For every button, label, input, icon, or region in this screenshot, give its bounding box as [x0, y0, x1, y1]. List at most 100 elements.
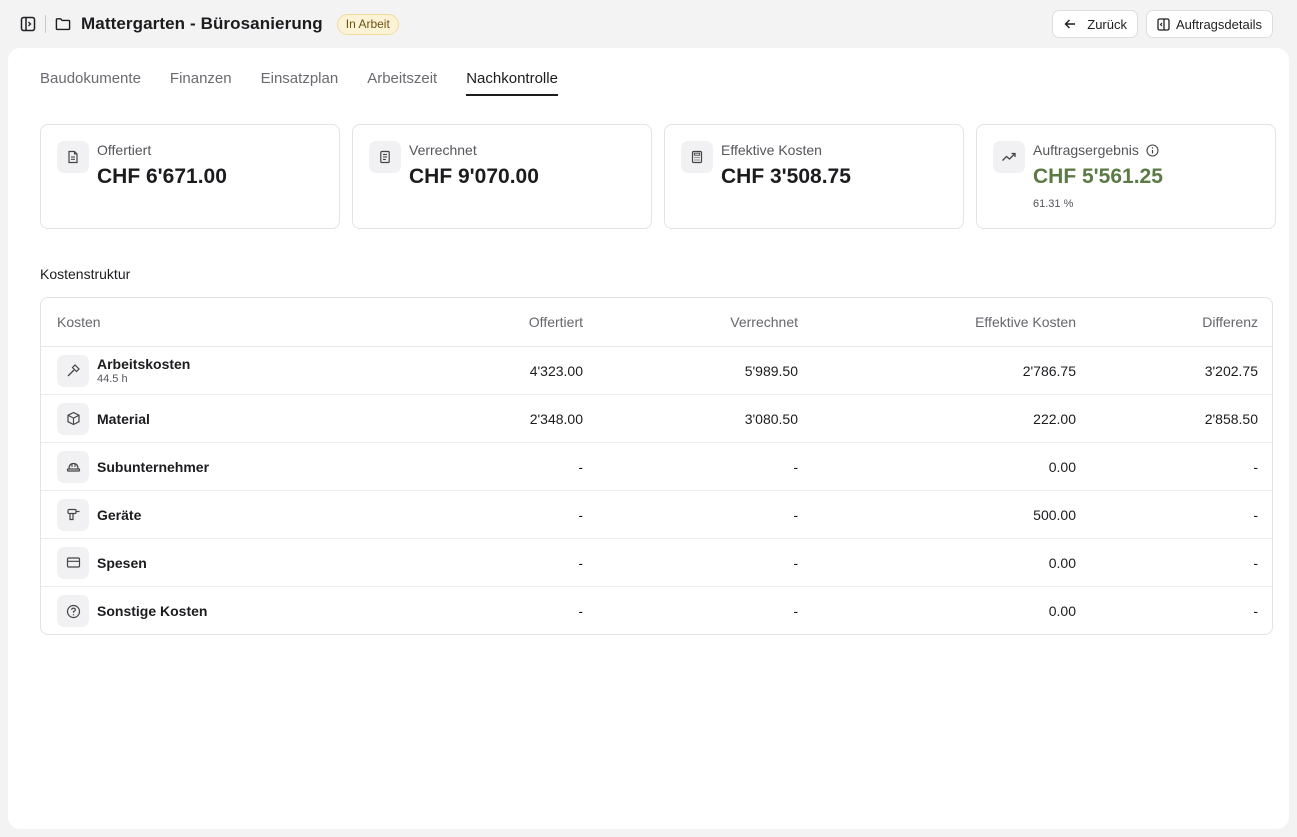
- kpi-card-effektive-kosten: Effektive Kosten CHF 3'508.75: [664, 124, 964, 229]
- hardhat-icon: [57, 450, 89, 483]
- tab-baudokumente[interactable]: Baudokumente: [40, 70, 141, 96]
- table-row: Spesen - - 0.00 -: [41, 539, 1272, 587]
- cost-name-cell: Subunternehmer: [41, 450, 441, 483]
- tab-finanzen[interactable]: Finanzen: [170, 70, 232, 96]
- credit-card-icon: [57, 546, 89, 579]
- top-actions: Zurück Auftragsdetails: [1052, 10, 1273, 38]
- cost-table: Kosten Offertiert Verrechnet Effektive K…: [40, 297, 1273, 635]
- cell-verrechnet: -: [793, 554, 798, 571]
- cell-effektiv: 0.00: [1048, 458, 1076, 475]
- receipt-icon: [369, 141, 401, 173]
- cell-offertiert: -: [578, 554, 583, 571]
- cost-label: Sonstige Kosten: [97, 603, 208, 619]
- calculator-icon: [681, 141, 713, 173]
- cell-verrechnet: -: [793, 458, 798, 475]
- box-icon: [57, 402, 89, 435]
- section-title: Kostenstruktur: [40, 266, 131, 282]
- cell-differenz: 3'202.75: [1204, 362, 1258, 379]
- drill-icon: [57, 498, 89, 531]
- cell-effektiv: 500.00: [1033, 506, 1076, 523]
- cell-offertiert: -: [578, 506, 583, 523]
- kpi-card-verrechnet: Verrechnet CHF 9'070.00: [352, 124, 652, 229]
- cost-label: Spesen: [97, 554, 147, 571]
- cell-verrechnet: -: [793, 506, 798, 523]
- status-badge: In Arbeit: [336, 13, 399, 35]
- cell-verrechnet: 5'989.50: [744, 362, 798, 379]
- order-details-label: Auftragsdetails: [1176, 16, 1262, 32]
- cost-name-cell: Geräte: [41, 498, 441, 531]
- cell-offertiert: -: [578, 458, 583, 475]
- cell-offertiert: -: [578, 603, 583, 619]
- help-circle-icon: [57, 595, 89, 627]
- kpi-label: Verrechnet: [409, 142, 477, 158]
- cell-differenz: -: [1253, 554, 1258, 571]
- hammer-icon: [57, 354, 89, 387]
- cell-differenz: -: [1253, 506, 1258, 523]
- table-row: Material 2'348.00 3'080.50 222.00 2'858.…: [41, 395, 1272, 443]
- cost-name: Spesen: [97, 555, 147, 571]
- table-row: Arbeitskosten 44.5 h 4'323.00 5'989.50 2…: [41, 347, 1272, 395]
- divider: [45, 15, 46, 33]
- cost-name: Subunternehmer: [97, 459, 209, 475]
- cost-name-cell: Sonstige Kosten: [41, 595, 441, 627]
- kpi-cards: Offertiert CHF 6'671.00 Verrechnet CHF 9…: [40, 124, 1276, 229]
- kpi-card-offertiert: Offertiert CHF 6'671.00: [40, 124, 340, 229]
- cell-effektiv: 2'786.75: [1022, 362, 1076, 379]
- column-header: Kosten: [57, 314, 101, 330]
- cell-offertiert: 4'323.00: [529, 362, 583, 379]
- kpi-label: Effektive Kosten: [721, 142, 822, 158]
- document-icon: [57, 141, 89, 173]
- cell-effektiv: 0.00: [1048, 554, 1076, 571]
- table-row: Sonstige Kosten - - 0.00 -: [41, 587, 1272, 634]
- cost-label: Arbeitskosten: [97, 356, 191, 372]
- back-button-label: Zurück: [1087, 16, 1127, 32]
- column-header: Differenz: [1202, 314, 1258, 330]
- kpi-label: Auftragsergebnis: [1033, 142, 1159, 158]
- cost-label: Subunternehmer: [97, 458, 210, 475]
- tab-einsatzplan[interactable]: Einsatzplan: [261, 70, 339, 96]
- tab-bar: Baudokumente Finanzen Einsatzplan Arbeit…: [40, 70, 558, 96]
- back-button[interactable]: Zurück: [1052, 10, 1138, 38]
- kpi-label: Offertiert: [97, 142, 152, 158]
- trend-up-icon: [993, 141, 1025, 173]
- table-row: Geräte - - 500.00 -: [41, 491, 1272, 539]
- table-row: Subunternehmer - - 0.00 -: [41, 443, 1272, 491]
- order-details-button[interactable]: Auftragsdetails: [1146, 10, 1273, 38]
- kpi-percentage: 61.31 %: [1033, 198, 1074, 210]
- kpi-label-text: Auftragsergebnis: [1033, 142, 1139, 158]
- kpi-value: CHF 5'561.25: [1033, 165, 1163, 188]
- kpi-card-auftragsergebnis: Auftragsergebnis CHF 5'561.25 61.31 %: [976, 124, 1276, 229]
- column-header: Effektive Kosten: [975, 314, 1076, 330]
- cell-offertiert: 2'348.00: [529, 410, 583, 427]
- cost-hours: 44.5 h: [97, 373, 128, 385]
- cost-name-cell: Spesen: [41, 546, 441, 579]
- panel-icon: [1157, 17, 1170, 31]
- cost-name: Sonstige Kosten: [97, 603, 207, 619]
- cost-name: Material: [97, 411, 150, 427]
- cell-verrechnet: 3'080.50: [744, 410, 798, 427]
- cell-effektiv: 222.00: [1033, 410, 1076, 427]
- column-header: Offertiert: [528, 314, 583, 330]
- column-header: Verrechnet: [730, 314, 798, 330]
- info-icon[interactable]: [1146, 143, 1159, 157]
- table-header: Kosten Offertiert Verrechnet Effektive K…: [41, 298, 1272, 347]
- cell-differenz: -: [1253, 458, 1258, 475]
- main-panel: Baudokumente Finanzen Einsatzplan Arbeit…: [8, 48, 1289, 829]
- folder-icon: [55, 16, 71, 32]
- cost-name-cell: Material: [41, 402, 441, 435]
- cell-verrechnet: -: [793, 603, 798, 619]
- cost-label: Geräte: [97, 506, 142, 523]
- arrow-left-icon: [1064, 19, 1076, 29]
- sidebar-toggle-icon[interactable]: [20, 16, 36, 32]
- kpi-value: CHF 9'070.00: [409, 165, 539, 188]
- cost-name: Geräte: [97, 507, 141, 523]
- cell-effektiv: 0.00: [1048, 603, 1076, 619]
- page-title: Mattergarten - Bürosanierung: [81, 14, 323, 33]
- kpi-value: CHF 3'508.75: [721, 165, 851, 188]
- cost-name-cell: Arbeitskosten 44.5 h: [41, 354, 441, 387]
- cost-label: Material: [97, 410, 150, 427]
- tab-nachkontrolle[interactable]: Nachkontrolle: [466, 70, 558, 96]
- cell-differenz: -: [1253, 603, 1258, 619]
- kpi-value: CHF 6'671.00: [97, 165, 227, 188]
- tab-arbeitszeit[interactable]: Arbeitszeit: [367, 70, 437, 96]
